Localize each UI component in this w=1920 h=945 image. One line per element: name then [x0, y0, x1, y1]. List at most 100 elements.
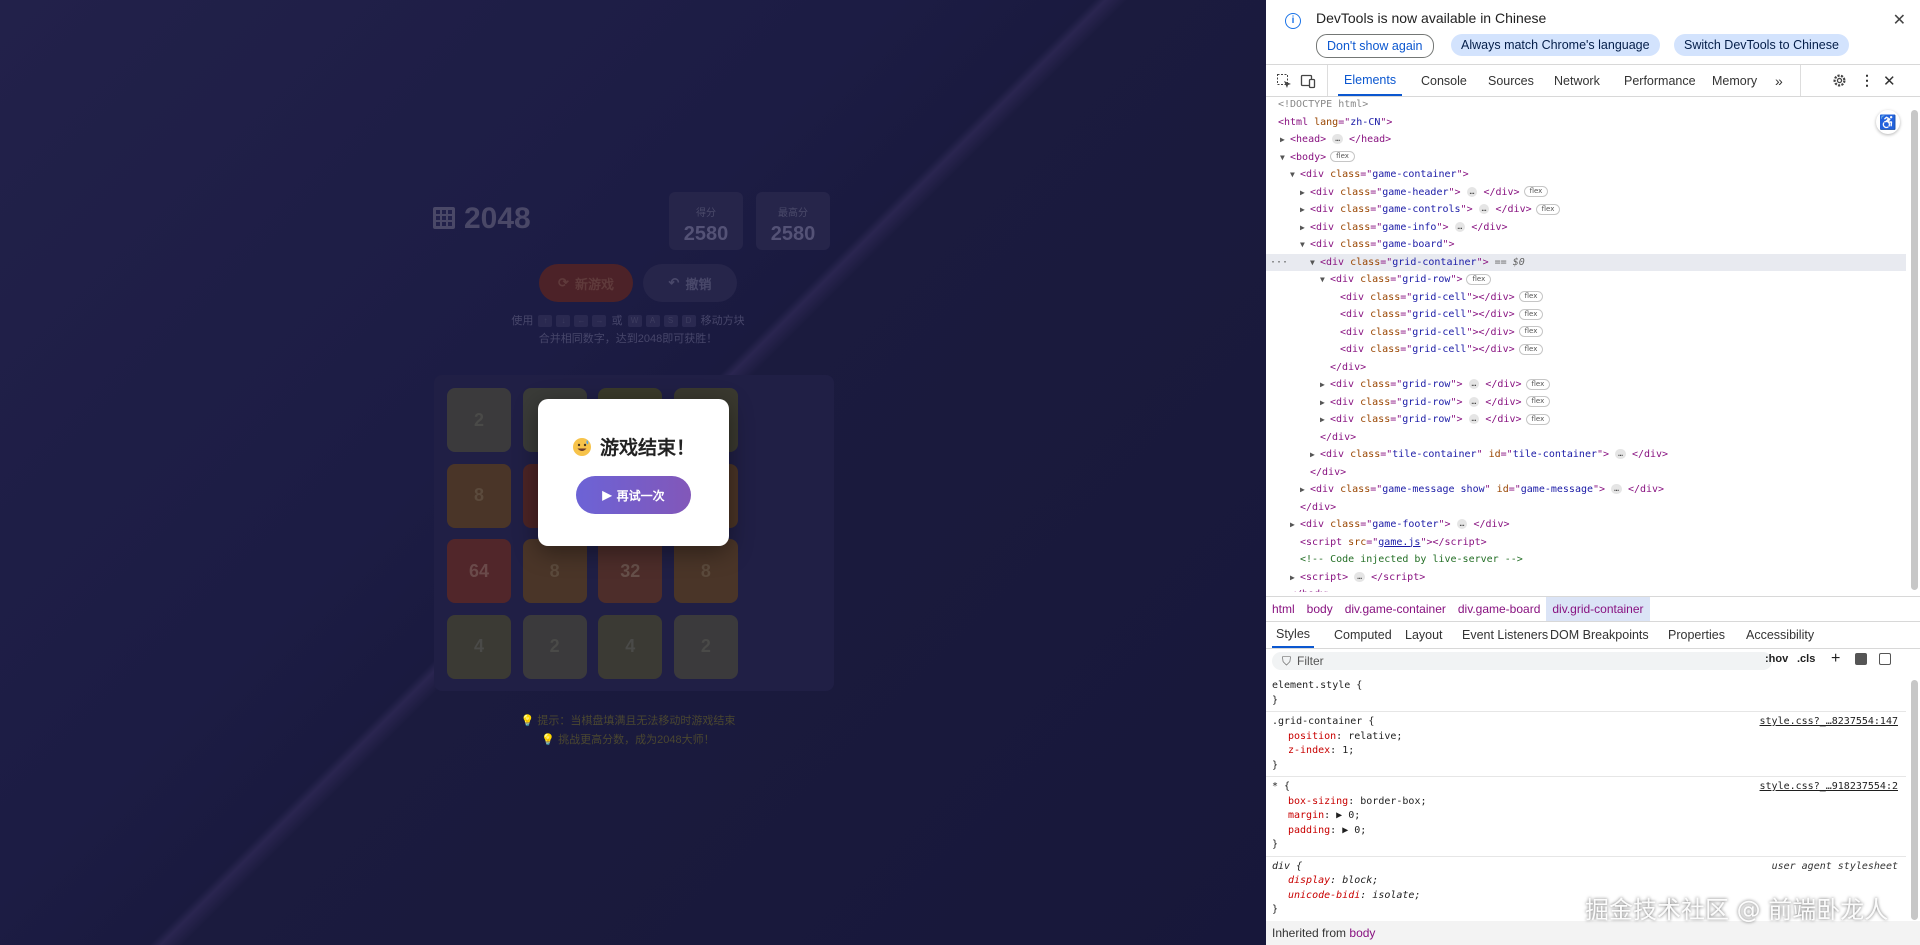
dom-html[interactable]: <html lang="zh-CN"> [1266, 114, 1906, 132]
css-declaration[interactable]: position: relative; [1272, 730, 1900, 745]
dom-game-board[interactable]: ▼ <div class="game-board"> [1266, 236, 1906, 254]
more-options-dots-icon[interactable]: ··· [1270, 254, 1288, 272]
css-property-name: margin [1288, 810, 1325, 821]
undo-label: 撤销 [685, 276, 712, 292]
accessibility-tree-icon[interactable]: ♿ [1876, 110, 1900, 134]
inherited-tag[interactable]: body [1349, 926, 1375, 940]
subtab-properties[interactable]: Properties [1664, 622, 1729, 648]
breadcrumb-item[interactable]: html [1266, 597, 1301, 621]
grid-container-rule[interactable]: .grid-container { style.css?_…8237554:14… [1266, 712, 1906, 777]
dom-close-body[interactable]: </body> [1266, 586, 1906, 592]
css-property-value: border-box; [1360, 795, 1427, 807]
dom-head[interactable]: ▶ <head> … </head> [1266, 131, 1906, 149]
w-key-icon: W [627, 315, 642, 328]
breadcrumb-item[interactable]: div.game-board [1452, 597, 1547, 621]
breadcrumb-item[interactable]: body [1301, 597, 1339, 621]
element-style-rule[interactable]: element.style { } [1266, 676, 1906, 712]
dom-grid-container-selected[interactable]: ··· ▼ <div class="grid-container"> == $0 [1266, 253, 1906, 272]
css-declaration[interactable]: box-sizing: border-box; [1272, 795, 1900, 810]
universal-rule-source-link[interactable]: style.css?_…918237554:2 [1760, 780, 1898, 795]
rule-close: } [1272, 694, 1279, 706]
tab-memory[interactable]: Memory [1706, 65, 1763, 96]
dom-breadcrumb: html body div.game-container div.game-board… [1266, 596, 1920, 622]
subtab-dom-breakpoints[interactable]: DOM Breakpoints [1546, 622, 1653, 648]
dom-script-src[interactable]: <script src="game.js"></script> [1266, 534, 1906, 552]
toolbar-divider [1800, 65, 1801, 96]
css-declaration[interactable]: z-index: 1; [1272, 744, 1900, 759]
dom-grid-row[interactable]: ▶ <div class="grid-row"> … </div> flex [1266, 394, 1906, 412]
dom-close-div[interactable]: </div> [1266, 359, 1906, 377]
dom-game-controls[interactable]: ▶ <div class="game-controls"> … </div> fle… [1266, 201, 1906, 219]
subtab-accessibility[interactable]: Accessibility [1742, 622, 1818, 648]
subtab-layout[interactable]: Layout [1401, 622, 1447, 648]
game-title-text: 2048 [464, 202, 531, 235]
new-game-button[interactable]: ⟳ 新游戏 [539, 264, 633, 302]
css-declaration[interactable]: margin: ▶ 0; [1272, 809, 1900, 824]
class-toggle[interactable]: .cls [1797, 653, 1815, 665]
dom-tile-container[interactable]: ▶ <div class="tile-container" id="tile-co… [1266, 446, 1906, 464]
css-property-name: z-index [1288, 745, 1331, 756]
more-tabs-chevron-icon[interactable]: » [1775, 65, 1783, 96]
tab-console[interactable]: Console [1415, 65, 1473, 96]
styles-filter-input[interactable]: ⛉ Filter [1272, 652, 1772, 670]
toggle-sidebar-icon[interactable] [1879, 653, 1891, 665]
switch-to-chinese-button[interactable]: Switch DevTools to Chinese [1674, 34, 1849, 56]
dom-grid-cell[interactable]: <div class="grid-cell"></div> flex [1266, 341, 1906, 359]
subtab-computed[interactable]: Computed [1330, 622, 1396, 648]
styles-filter-bar: ⛉ Filter :hov .cls + [1266, 650, 1920, 672]
breadcrumb-item[interactable]: div.grid-container [1546, 597, 1650, 621]
settings-gear-icon[interactable] [1832, 65, 1847, 96]
dom-body[interactable]: ▼ <body> flex [1266, 149, 1906, 167]
dom-close-div[interactable]: </div> [1266, 499, 1906, 517]
dom-game-info[interactable]: ▶ <div class="game-info"> … </div> [1266, 219, 1906, 237]
dom-grid-row[interactable]: ▶ <div class="grid-row"> … </div> flex [1266, 411, 1906, 429]
kebab-menu-icon[interactable]: ⋮ [1860, 65, 1874, 96]
dom-grid-row[interactable]: ▶ <div class="grid-row"> … </div> flex [1266, 376, 1906, 394]
close-icon[interactable]: ✕ [1893, 10, 1906, 30]
dom-game-footer[interactable]: ▶ <div class="game-footer"> … </div> [1266, 516, 1906, 534]
dom-grid-cell[interactable]: <div class="grid-cell"></div> flex [1266, 324, 1906, 342]
s-key-icon: S [663, 315, 678, 328]
undo-button[interactable]: ↶ 撤销 [643, 264, 737, 302]
game-tile: 4 [598, 614, 663, 679]
css-property-name: display [1288, 875, 1331, 886]
rule-close: } [1272, 759, 1279, 771]
dom-script[interactable]: ▶ <script> … </script> [1266, 569, 1906, 587]
dom-grid-row[interactable]: ▼ <div class="grid-row"> flex [1266, 271, 1906, 289]
dom-game-container[interactable]: ▼ <div class="game-container"> [1266, 166, 1906, 184]
hover-state-toggle[interactable]: :hov [1765, 653, 1788, 665]
dom-close-div[interactable]: </div> [1266, 464, 1906, 482]
arrow-right-key-icon: → [592, 315, 607, 328]
always-match-language-button[interactable]: Always match Chrome's language [1451, 34, 1660, 56]
tab-sources[interactable]: Sources [1482, 65, 1540, 96]
css-declaration[interactable]: display: block; [1272, 874, 1900, 889]
dont-show-again-button[interactable]: Don't show again [1316, 34, 1434, 58]
grid-rule-source-link[interactable]: style.css?_…8237554:147 [1760, 715, 1898, 730]
subtab-event-listeners[interactable]: Event Listeners [1458, 622, 1552, 648]
subtab-styles[interactable]: Styles [1272, 622, 1315, 648]
dom-close-div[interactable]: </div> [1266, 429, 1906, 447]
tab-network[interactable]: Network [1548, 65, 1606, 96]
css-declaration[interactable]: padding: ▶ 0; [1272, 824, 1900, 839]
dom-game-header[interactable]: ▶ <div class="game-header"> … </div> flex [1266, 184, 1906, 202]
new-style-rule-plus-icon[interactable]: + [1831, 650, 1840, 668]
tab-performance[interactable]: Performance [1618, 65, 1702, 96]
dom-comment[interactable]: <!-- Code injected by live-server --> [1266, 551, 1906, 569]
css-property-value: block; [1342, 875, 1379, 886]
dom-doctype[interactable]: <!DOCTYPE html> [1266, 96, 1906, 114]
retry-button[interactable]: ▶ 再试一次 [576, 476, 691, 514]
dom-game-message[interactable]: ▶ <div class="game-message show" id="game… [1266, 481, 1906, 499]
close-devtools-icon[interactable]: ✕ [1883, 65, 1896, 96]
styles-scrollbar[interactable] [1911, 680, 1918, 920]
paint-brush-icon[interactable] [1855, 653, 1867, 665]
dom-grid-cell[interactable]: <div class="grid-cell"></div> flex [1266, 289, 1906, 307]
device-toolbar-icon[interactable] [1300, 65, 1316, 96]
dom-grid-cell[interactable]: <div class="grid-cell"></div> flex [1266, 306, 1906, 324]
game-over-title: 游戏结束！ [538, 433, 729, 460]
universal-props: box-sizing: border-box; margin: ▶ 0; paddi… [1272, 795, 1900, 839]
universal-rule[interactable]: * { style.css?_…918237554:2 box-sizing: … [1266, 777, 1906, 857]
dom-tree-scrollbar[interactable] [1911, 110, 1918, 590]
breadcrumb-item[interactable]: div.game-container [1339, 597, 1452, 621]
tab-elements[interactable]: Elements [1338, 65, 1403, 96]
inspect-element-icon[interactable] [1276, 65, 1292, 96]
